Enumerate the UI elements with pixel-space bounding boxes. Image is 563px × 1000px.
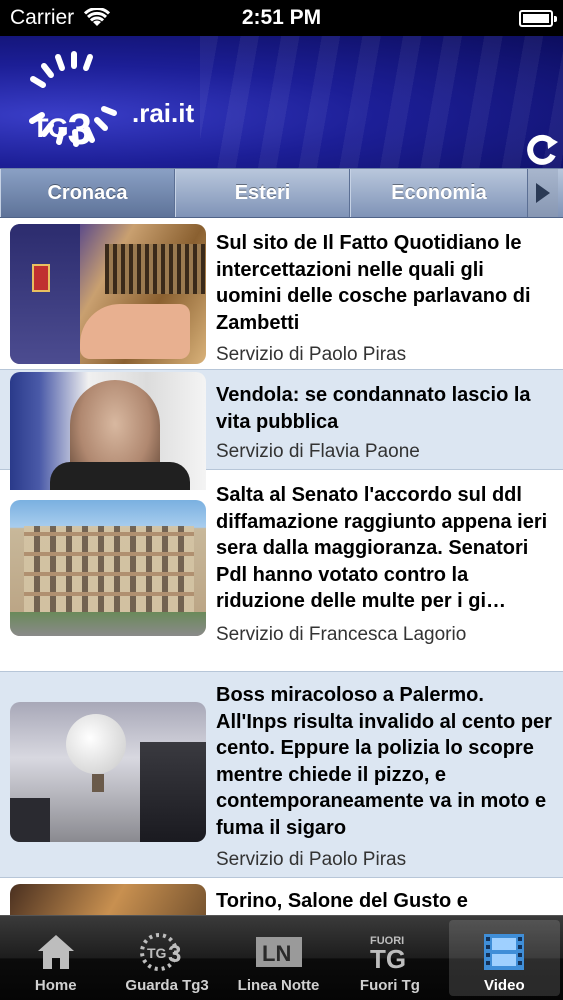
carrier-label: Carrier (10, 6, 75, 29)
svg-text:LN: LN (262, 941, 291, 966)
tab-label: Cronaca (47, 181, 128, 204)
chevron-right-icon (536, 183, 550, 203)
home-icon (36, 931, 76, 973)
tabbar-label: Video (484, 977, 525, 994)
tab-cronaca[interactable]: Cronaca (0, 169, 175, 217)
tab-label: Esteri (234, 181, 291, 204)
news-byline: Servizio di Paolo Piras (216, 849, 407, 870)
tabbar-linea-notte[interactable]: LN Linea Notte (223, 916, 334, 1000)
news-byline: Servizio di Flavia Paone (216, 441, 420, 462)
fuori-tg-icon: FUORI TG (364, 931, 416, 973)
tabbar-video[interactable]: Video (448, 920, 561, 996)
tabbar-home[interactable]: Home (0, 916, 111, 1000)
svg-text:TG: TG (370, 944, 406, 972)
wifi-icon (84, 8, 111, 26)
bottom-tab-bar: Home TG 3 Guarda Tg3 LN Linea Notte FUOR… (0, 915, 563, 1000)
news-title: Boss miracoloso a Palermo. All'Inps risu… (216, 684, 552, 839)
tab-esteri[interactable]: Esteri (175, 169, 350, 217)
svg-text:TG: TG (147, 945, 167, 961)
tabbar-label: Fuori Tg (359, 977, 420, 994)
logo-tg-text: TG (32, 113, 68, 143)
battery-icon (519, 9, 557, 27)
tab-label: Economia (391, 181, 487, 204)
tabbar-guarda-tg3[interactable]: TG 3 Guarda Tg3 (111, 916, 222, 1000)
ln-icon: LN (254, 931, 304, 973)
news-item[interactable]: Torino, Salone del Gusto e (0, 878, 563, 915)
logo-number: 3 (67, 105, 93, 154)
news-item[interactable]: Sul sito de Il Fatto Quotidiano le inter… (0, 218, 563, 370)
refresh-icon[interactable] (525, 132, 559, 166)
news-byline: Servizio di Francesca Lagorio (216, 623, 467, 645)
logo-domain: .rai.it (132, 98, 195, 128)
news-thumbnail (10, 884, 206, 915)
tabbar-label: Home (34, 977, 77, 994)
news-item[interactable]: Boss miracoloso a Palermo. All'Inps risu… (0, 672, 563, 878)
header-decoration (200, 36, 563, 168)
news-title: Torino, Salone del Gusto e (216, 890, 468, 912)
news-list: Sul sito de Il Fatto Quotidiano le inter… (0, 218, 563, 915)
category-tabs: Cronaca Esteri Economia (0, 168, 563, 218)
news-byline: Servizio di Paolo Piras (216, 344, 407, 365)
tg3-logo: TG3 .rai.it (12, 46, 212, 156)
news-title: Salta al Senato l'accordo sul ddl diffam… (216, 484, 548, 612)
news-item[interactable]: Vendola: se condannato lascio la vita pu… (0, 370, 563, 490)
news-thumbnail (10, 702, 206, 842)
news-thumbnail (10, 372, 206, 490)
status-bar: Carrier 2:51 PM (0, 0, 563, 36)
news-thumbnail (10, 224, 206, 364)
tabbar-label: Linea Notte (237, 977, 320, 994)
film-icon (482, 931, 526, 973)
tab-economia[interactable]: Economia (350, 169, 528, 217)
news-title: Vendola: se condannato lascio la vita pu… (216, 384, 531, 433)
svg-text:3: 3 (168, 941, 181, 968)
news-title: Sul sito de Il Fatto Quotidiano le inter… (216, 232, 531, 334)
tabbar-fuori-tg[interactable]: FUORI TG Fuori Tg (334, 916, 445, 1000)
tabbar-label: Guarda Tg3 (125, 977, 209, 994)
app-header: TG3 .rai.it (0, 36, 563, 168)
tabs-scroll-right-button[interactable] (528, 169, 558, 217)
tg3-icon: TG 3 (139, 931, 195, 973)
news-thumbnail (10, 500, 206, 636)
news-item[interactable]: Salta al Senato l'accordo sul ddl diffam… (0, 470, 563, 672)
